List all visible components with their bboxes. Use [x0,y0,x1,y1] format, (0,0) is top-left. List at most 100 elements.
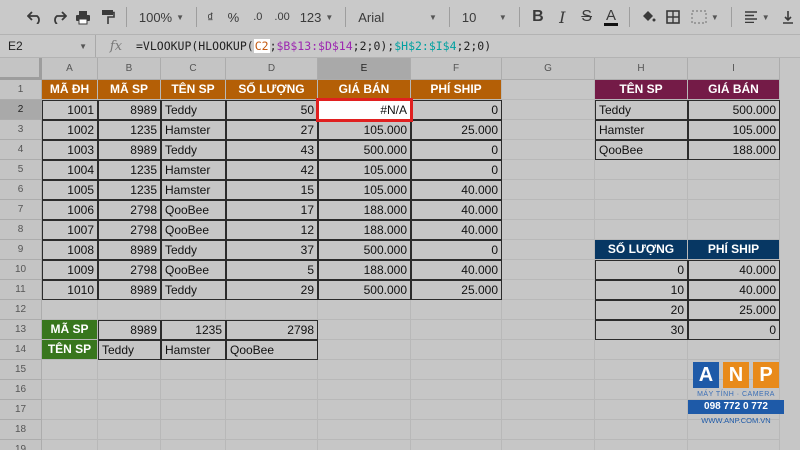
orders-cell[interactable]: QooBee [161,200,226,220]
orders-cell[interactable]: 1006 [42,200,98,220]
orders-cell[interactable]: 29 [226,280,318,300]
select-all-corner[interactable] [0,58,42,80]
decrease-decimal-button[interactable]: .0 [249,0,266,34]
orders-cell[interactable]: 1235 [98,160,161,180]
grid-cell[interactable] [502,120,595,140]
orders-cell[interactable]: 2798 [98,200,161,220]
orders-header-cell[interactable]: PHÍ SHIP [411,80,502,100]
lookup-name-cell[interactable]: Teddy [98,340,161,360]
orders-cell[interactable]: 0 [411,240,502,260]
row-header-2[interactable]: 2 [0,100,42,120]
grid-cell[interactable] [502,100,595,120]
row-header-3[interactable]: 3 [0,120,42,140]
grid-cell[interactable] [688,200,780,220]
lookup-header-ten-sp[interactable]: TÊN SP [42,340,98,360]
row-header-12[interactable]: 12 [0,300,42,320]
grid-cell[interactable] [502,320,595,340]
redo-icon[interactable] [47,0,71,34]
orders-cell[interactable]: 2798 [98,260,161,280]
grid-cell[interactable] [595,360,688,380]
undo-icon[interactable] [22,0,46,34]
grid-cell[interactable] [411,340,502,360]
grid-cell[interactable] [98,300,161,320]
font-size-select[interactable]: 10 ▼ [456,0,513,34]
grid-cell[interactable] [226,400,318,420]
orders-cell[interactable]: 17 [226,200,318,220]
grid-cell[interactable] [318,320,411,340]
grid-cell[interactable] [98,360,161,380]
price-cell[interactable]: 500.000 [688,100,780,120]
orders-cell[interactable]: 5 [226,260,318,280]
orders-cell[interactable]: 188.000 [318,220,411,240]
column-header-d[interactable]: D [226,58,318,80]
grid-cell[interactable] [318,400,411,420]
ship-cell[interactable]: 30 [595,320,688,340]
row-header-1[interactable]: 1 [0,80,42,100]
grid-cell[interactable] [161,440,226,450]
orders-cell[interactable]: Teddy [161,280,226,300]
orders-cell[interactable]: 2798 [98,220,161,240]
orders-cell[interactable]: 1010 [42,280,98,300]
price-header-cell[interactable]: GIÁ BÁN [688,80,780,100]
grid-cell[interactable] [502,80,595,100]
orders-cell[interactable]: 8989 [98,100,161,120]
orders-cell[interactable]: 1009 [42,260,98,280]
grid-cell[interactable] [98,420,161,440]
orders-cell[interactable]: 0 [411,160,502,180]
ship-header-cell[interactable]: SỐ LƯỢNG [595,240,688,260]
lookup-header-ma-sp[interactable]: MÃ SP [42,320,98,340]
row-header-10[interactable]: 10 [0,260,42,280]
row-header-19[interactable]: 19 [0,440,42,450]
row-header-15[interactable]: 15 [0,360,42,380]
grid-cell[interactable] [98,380,161,400]
orders-cell[interactable]: 105.000 [318,180,411,200]
grid-cell[interactable] [595,380,688,400]
orders-cell[interactable]: 40.000 [411,220,502,240]
ship-cell[interactable]: 0 [595,260,688,280]
grid-cell[interactable] [98,440,161,450]
orders-cell[interactable]: 500.000 [318,240,411,260]
grid-cell[interactable] [161,300,226,320]
orders-cell[interactable]: 8989 [98,280,161,300]
price-cell[interactable]: Hamster [595,120,688,140]
price-cell[interactable]: 105.000 [688,120,780,140]
row-header-7[interactable]: 7 [0,200,42,220]
column-header-b[interactable]: B [98,58,161,80]
orders-cell[interactable]: 1008 [42,240,98,260]
grid-cell[interactable] [42,420,98,440]
ship-cell[interactable]: 20 [595,300,688,320]
grid-cell[interactable] [161,360,226,380]
grid-cell[interactable] [595,420,688,440]
grid-cell[interactable] [595,220,688,240]
vertical-align-icon[interactable] [776,0,800,34]
orders-cell[interactable]: 43 [226,140,318,160]
grid-cell[interactable] [161,400,226,420]
lookup-name-cell[interactable]: QooBee [226,340,318,360]
grid-cell[interactable] [595,400,688,420]
orders-cell[interactable]: 8989 [98,140,161,160]
increase-decimal-button[interactable]: .00 [270,0,293,34]
row-header-11[interactable]: 11 [0,280,42,300]
orders-cell[interactable]: 37 [226,240,318,260]
grid-cell[interactable] [42,400,98,420]
merge-cells-icon[interactable]: ▼ [685,0,725,34]
grid-cell[interactable] [688,180,780,200]
grid-cell[interactable] [318,440,411,450]
orders-cell[interactable]: 12 [226,220,318,240]
grid-cell[interactable] [411,440,502,450]
grid-cell[interactable] [688,440,780,450]
orders-cell[interactable]: 8989 [98,240,161,260]
grid-cell[interactable] [502,260,595,280]
orders-cell[interactable]: Hamster [161,180,226,200]
ship-cell[interactable]: 0 [688,320,780,340]
orders-cell[interactable]: Teddy [161,100,226,120]
grid-cell[interactable] [318,420,411,440]
lookup-code-cell[interactable]: 8989 [98,320,161,340]
column-header-g[interactable]: G [502,58,595,80]
orders-cell[interactable]: 50 [226,100,318,120]
orders-cell[interactable]: 1001 [42,100,98,120]
column-header-a[interactable]: A [42,58,98,80]
lookup-code-cell[interactable]: 1235 [161,320,226,340]
price-cell[interactable]: QooBee [595,140,688,160]
orders-cell[interactable]: 500.000 [318,280,411,300]
